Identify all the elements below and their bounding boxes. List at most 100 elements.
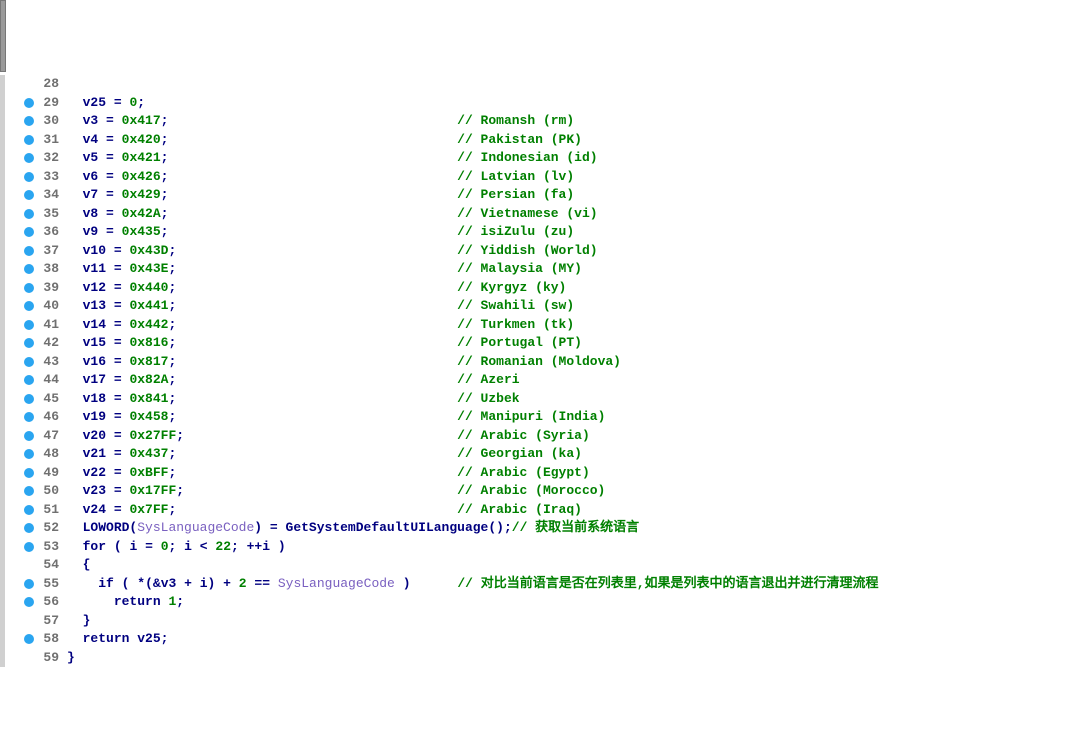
- code-text: v23 = 0x17FF; // Arabic (Morocco): [61, 482, 605, 501]
- code-text: v7 = 0x429; // Persian (fa): [61, 186, 574, 205]
- code-text: v20 = 0x27FF; // Arabic (Syria): [61, 427, 590, 446]
- gutter[interactable]: 49: [5, 464, 61, 483]
- code-line: 37 v10 = 0x43D; // Yiddish (World): [5, 242, 1080, 261]
- breakpoint-icon[interactable]: [24, 135, 34, 145]
- breakpoint-icon[interactable]: [24, 468, 34, 478]
- line-number: 36: [37, 223, 59, 242]
- gutter[interactable]: 39: [5, 279, 61, 298]
- gutter[interactable]: 45: [5, 390, 61, 409]
- line-number: 32: [37, 149, 59, 168]
- line-number: 30: [37, 112, 59, 131]
- code-line: 35 v8 = 0x42A; // Vietnamese (vi): [5, 205, 1080, 224]
- gutter[interactable]: 57: [5, 612, 61, 631]
- gutter[interactable]: 56: [5, 593, 61, 612]
- breakpoint-icon[interactable]: [24, 338, 34, 348]
- line-number: 56: [37, 593, 59, 612]
- code-line: 28: [5, 75, 1080, 94]
- breakpoint-icon[interactable]: [24, 579, 34, 589]
- gutter[interactable]: 43: [5, 353, 61, 372]
- line-number: 51: [37, 501, 59, 520]
- gutter[interactable]: 32: [5, 149, 61, 168]
- breakpoint-icon[interactable]: [24, 523, 34, 533]
- gutter[interactable]: 31: [5, 131, 61, 150]
- code-text: v17 = 0x82A; // Azeri: [61, 371, 520, 390]
- vertical-scrollbar[interactable]: [0, 0, 6, 72]
- breakpoint-icon[interactable]: [24, 320, 34, 330]
- breakpoint-icon[interactable]: [24, 375, 34, 385]
- gutter[interactable]: 35: [5, 205, 61, 224]
- line-number: 47: [37, 427, 59, 446]
- line-number: 34: [37, 186, 59, 205]
- line-number: 58: [37, 630, 59, 649]
- code-text: if ( *(&v3 + i) + 2 == SysLanguageCode )…: [61, 575, 879, 594]
- breakpoint-icon[interactable]: [24, 301, 34, 311]
- gutter[interactable]: 34: [5, 186, 61, 205]
- code-line: 39 v12 = 0x440; // Kyrgyz (ky): [5, 279, 1080, 298]
- code-text: v19 = 0x458; // Manipuri (India): [61, 408, 605, 427]
- code-line: 43 v16 = 0x817; // Romanian (Moldova): [5, 353, 1080, 372]
- breakpoint-icon[interactable]: [24, 357, 34, 367]
- gutter[interactable]: 38: [5, 260, 61, 279]
- code-text: v15 = 0x816; // Portugal (PT): [61, 334, 582, 353]
- gutter[interactable]: 46: [5, 408, 61, 427]
- gutter[interactable]: 33: [5, 168, 61, 187]
- gutter[interactable]: 54: [5, 556, 61, 575]
- breakpoint-icon[interactable]: [24, 190, 34, 200]
- gutter[interactable]: 40: [5, 297, 61, 316]
- code-line: 51 v24 = 0x7FF; // Arabic (Iraq): [5, 501, 1080, 520]
- breakpoint-icon[interactable]: [24, 486, 34, 496]
- gutter[interactable]: 52: [5, 519, 61, 538]
- gutter[interactable]: 47: [5, 427, 61, 446]
- code-line: 56 return 1;: [5, 593, 1080, 612]
- gutter[interactable]: 29: [5, 94, 61, 113]
- line-number: 48: [37, 445, 59, 464]
- breakpoint-icon[interactable]: [24, 394, 34, 404]
- line-number: 46: [37, 408, 59, 427]
- code-line: 32 v5 = 0x421; // Indonesian (id): [5, 149, 1080, 168]
- code-text: v11 = 0x43E; // Malaysia (MY): [61, 260, 582, 279]
- gutter[interactable]: 59: [5, 649, 61, 668]
- code-line: 57 }: [5, 612, 1080, 631]
- code-text: v9 = 0x435; // isiZulu (zu): [61, 223, 574, 242]
- code-line: 45 v18 = 0x841; // Uzbek: [5, 390, 1080, 409]
- gutter[interactable]: 48: [5, 445, 61, 464]
- breakpoint-icon[interactable]: [24, 449, 34, 459]
- breakpoint-icon[interactable]: [24, 98, 34, 108]
- code-line: 30 v3 = 0x417; // Romansh (rm): [5, 112, 1080, 131]
- breakpoint-icon[interactable]: [24, 209, 34, 219]
- gutter[interactable]: 37: [5, 242, 61, 261]
- code-text: for ( i = 0; i < 22; ++i ): [61, 538, 286, 557]
- code-text: v18 = 0x841; // Uzbek: [61, 390, 520, 409]
- gutter[interactable]: 42: [5, 334, 61, 353]
- breakpoint-icon[interactable]: [24, 172, 34, 182]
- breakpoint-icon[interactable]: [24, 412, 34, 422]
- breakpoint-icon[interactable]: [24, 505, 34, 515]
- gutter[interactable]: 50: [5, 482, 61, 501]
- breakpoint-icon[interactable]: [24, 227, 34, 237]
- breakpoint-icon[interactable]: [24, 153, 34, 163]
- line-number: 50: [37, 482, 59, 501]
- line-number: 55: [37, 575, 59, 594]
- code-editor: 2829 v25 = 0;30 v3 = 0x417; // Romansh (…: [0, 75, 1080, 667]
- gutter[interactable]: 53: [5, 538, 61, 557]
- gutter[interactable]: 55: [5, 575, 61, 594]
- gutter[interactable]: 41: [5, 316, 61, 335]
- code-line: 44 v17 = 0x82A; // Azeri: [5, 371, 1080, 390]
- gutter[interactable]: 30: [5, 112, 61, 131]
- breakpoint-icon[interactable]: [24, 246, 34, 256]
- code-line: 42 v15 = 0x816; // Portugal (PT): [5, 334, 1080, 353]
- breakpoint-icon[interactable]: [24, 264, 34, 274]
- breakpoint-icon[interactable]: [24, 283, 34, 293]
- breakpoint-icon[interactable]: [24, 431, 34, 441]
- breakpoint-icon[interactable]: [24, 116, 34, 126]
- gutter[interactable]: 36: [5, 223, 61, 242]
- breakpoint-icon[interactable]: [24, 597, 34, 607]
- gutter[interactable]: 51: [5, 501, 61, 520]
- breakpoint-icon[interactable]: [24, 542, 34, 552]
- gutter[interactable]: 44: [5, 371, 61, 390]
- gutter[interactable]: 58: [5, 630, 61, 649]
- breakpoint-icon[interactable]: [24, 634, 34, 644]
- gutter[interactable]: 28: [5, 75, 61, 94]
- line-number: 31: [37, 131, 59, 150]
- code-text: v25 = 0;: [61, 94, 145, 113]
